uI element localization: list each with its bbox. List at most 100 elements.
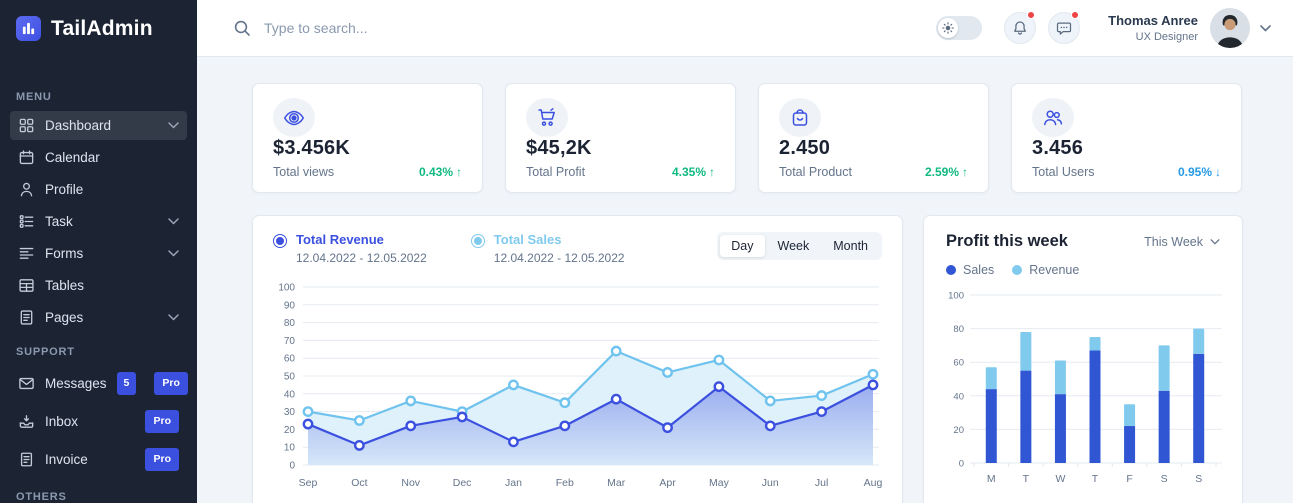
legend-item-total-sales[interactable]: Total Sales 12.04.2022 - 12.05.2022 [471,232,625,265]
stat-delta-value: 0.43% [419,165,453,179]
sidebar-item-pages[interactable]: Pages [10,303,187,332]
chevron-down-icon [1210,239,1220,245]
bell-icon [1012,20,1028,36]
radio-marker-icon [273,234,287,248]
messages-icon [18,375,35,392]
svg-text:60: 60 [284,354,296,365]
area-chart-legend: Total Revenue12.04.2022 - 12.05.2022Tota… [273,232,625,265]
legend-item-sales[interactable]: Sales [946,263,994,277]
svg-text:90: 90 [284,300,296,311]
pro-badge: Pro [145,448,179,471]
svg-text:60: 60 [953,358,964,369]
sidebar-item-dashboard[interactable]: Dashboard [10,111,187,140]
user-menu[interactable]: Thomas Anree UX Designer [1108,8,1271,48]
legend-text: Total Sales 12.04.2022 - 12.05.2022 [494,232,625,265]
legend-label: Revenue [1029,263,1079,277]
stat-value: $3.456K [273,137,462,160]
nav-section-label: OTHERS [16,491,181,503]
stat-delta: 2.59%↑ [925,165,968,179]
chevron-down-icon [168,218,179,225]
legend-label: Sales [963,263,994,277]
pages-icon [18,309,35,326]
legend-series-period: 12.04.2022 - 12.05.2022 [494,251,625,265]
profit-chart-header: Profit this week This Week [946,232,1220,251]
sidebar-item-messages[interactable]: Messages5Pro [10,366,187,401]
svg-text:80: 80 [953,324,964,335]
radio-marker-icon [471,234,485,248]
week-select-value: This Week [1144,235,1203,249]
svg-text:20: 20 [284,425,296,436]
stat-label: Total Product [779,165,852,179]
pro-badge: Pro [145,410,179,433]
inbox-icon [18,413,35,430]
legend-item-total-revenue[interactable]: Total Revenue 12.04.2022 - 12.05.2022 [273,232,427,265]
stat-card-total-views: $3.456K Total views0.43%↑ [252,83,483,193]
sidebar-item-task[interactable]: Task [10,207,187,236]
messages-button[interactable] [1048,12,1080,44]
sidebar-item-profile[interactable]: Profile [10,175,187,204]
chevron-down-icon [1260,25,1271,32]
revenue-sales-area-chart[interactable]: 0102030405060708090100SepOctNovDecJanFeb… [273,277,882,500]
sun-icon [938,18,958,38]
legend-series-name: Total Revenue [296,232,427,247]
sidebar-item-label: Inbox [45,413,78,430]
arrow-up-icon: ↑ [709,165,715,179]
legend-series-name: Total Sales [494,232,625,247]
sidebar-item-tables[interactable]: Tables [10,271,187,300]
theme-toggle[interactable] [936,16,982,40]
stat-delta-value: 2.59% [925,165,959,179]
sidebar-item-invoice[interactable]: InvoicePro [10,442,187,477]
svg-text:S: S [1161,473,1168,485]
sidebar-nav: MENUDashboardCalendarProfileTaskFormsTab… [0,91,197,503]
logo[interactable]: TailAdmin [0,0,197,55]
stat-value: $45,2K [526,137,715,160]
week-select-dropdown[interactable]: This Week [1144,235,1220,249]
stat-card-total-profit: $45,2KTotal Profit4.35%↑ [505,83,736,193]
svg-text:Oct: Oct [351,477,367,489]
message-dot [1071,11,1079,19]
notifications-button[interactable] [1004,12,1036,44]
svg-text:Aug: Aug [864,477,883,489]
sidebar-item-label: Profile [45,181,83,198]
search-input[interactable] [264,20,604,36]
stats-row: $3.456K Total views0.43%↑ $45,2KTotal Prof… [252,83,1242,193]
svg-text:20: 20 [953,425,964,436]
legend-series-period: 12.04.2022 - 12.05.2022 [296,251,427,265]
stat-label: Total Users [1032,165,1095,179]
svg-text:10: 10 [284,443,296,454]
sidebar-item-forms[interactable]: Forms [10,239,187,268]
notification-dot [1027,11,1035,19]
shopping-bag-icon [779,98,821,137]
svg-text:Mar: Mar [607,477,626,489]
sidebar-item-label: Calendar [45,149,100,166]
stat-delta-value: 0.95% [1178,165,1212,179]
logo-text: TailAdmin [51,17,153,41]
svg-text:S: S [1195,473,1202,485]
cart-icon [526,98,568,137]
svg-text:Jan: Jan [505,477,522,489]
stat-delta: 0.43%↑ [419,165,462,179]
svg-text:Apr: Apr [659,477,676,489]
sidebar-item-calendar[interactable]: Calendar [10,143,187,172]
svg-text:100: 100 [278,283,295,294]
stat-delta-value: 4.35% [672,165,706,179]
svg-text:W: W [1055,473,1065,485]
stat-foot: Total views0.43%↑ [273,165,462,179]
sidebar-item-label: Dashboard [45,117,111,134]
svg-text:40: 40 [284,389,296,400]
range-button-week[interactable]: Week [767,235,821,257]
sidebar-item-inbox[interactable]: Inbox Pro [10,404,187,439]
dashboard-grid-icon [18,117,35,134]
legend-item-revenue[interactable]: Revenue [1012,263,1079,277]
profit-week-bar-chart[interactable]: 020406080100MTWTFSS [946,285,1220,503]
range-switch: DayWeekMonth [717,232,882,260]
arrow-down-icon: ↓ [1215,165,1221,179]
search-box [233,19,936,37]
sidebar-item-label: Forms [45,245,83,262]
range-button-month[interactable]: Month [822,235,879,257]
range-button-day[interactable]: Day [720,235,764,257]
legend-dot-icon [1012,265,1022,275]
stat-foot: Total Users 0.95%↓ [1032,165,1221,179]
svg-text:50: 50 [284,372,296,383]
sidebar-item-label: Tables [45,277,84,294]
